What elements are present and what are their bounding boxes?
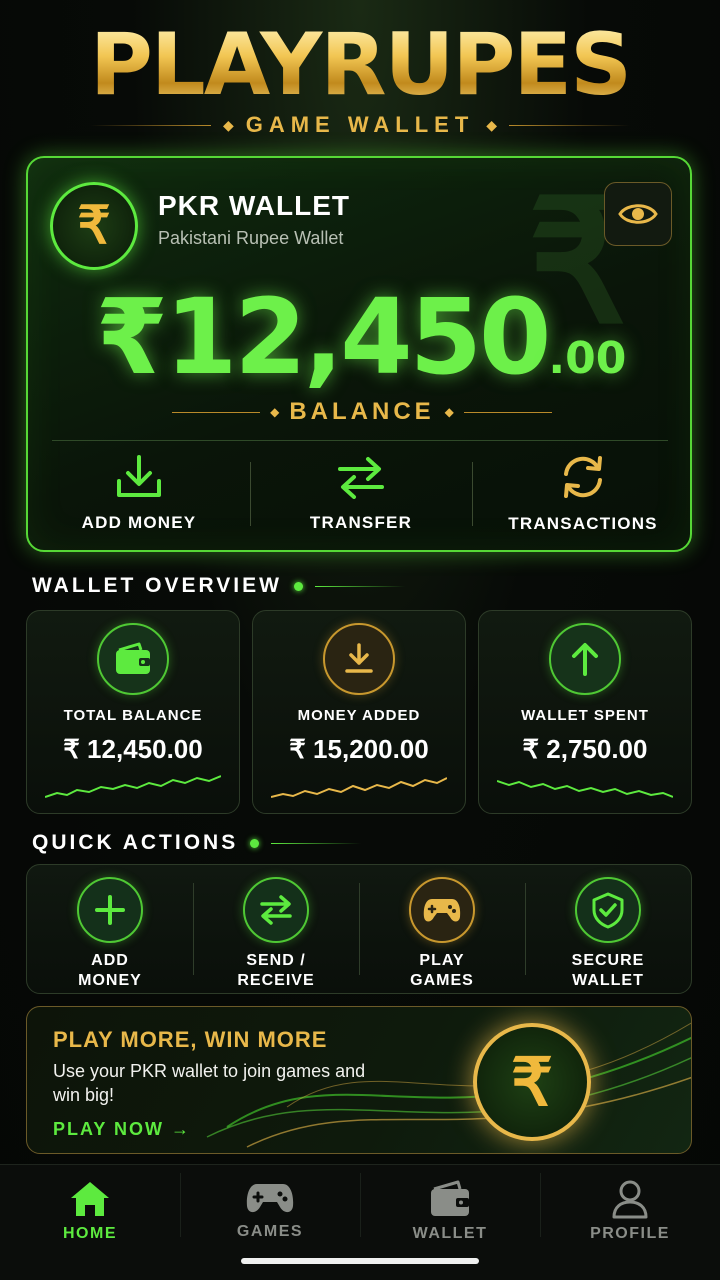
qa-label-line1: ADD [91, 952, 129, 969]
wallet-spent-label: WALLET SPENT [521, 707, 649, 724]
diamond-icon: ◆ [222, 116, 234, 133]
wallet-actions: ADD MONEY TRANSFER TRANSACTIONS [28, 454, 694, 534]
divider [52, 440, 668, 441]
plus-icon [77, 877, 143, 943]
money-added-card[interactable]: MONEY ADDED ₹ 15,200.00 [252, 610, 466, 814]
quick-send-receive-button[interactable]: SEND / RECEIVE [193, 865, 359, 993]
wallet-spent-sparkline [497, 780, 673, 798]
quick-send-receive-label: SEND / RECEIVE [237, 951, 314, 991]
nav-profile-label: PROFILE [590, 1225, 670, 1242]
promo-banner[interactable]: PLAY MORE, WIN MORE Use your PKR wallet … [26, 1006, 692, 1154]
balance-decimal: .00 [548, 333, 627, 384]
money-added-label: MONEY ADDED [297, 707, 421, 724]
nav-home[interactable]: HOME [0, 1165, 180, 1280]
wallet-subtitle: Pakistani Rupee Wallet [158, 228, 344, 248]
quick-actions-title: QUICK ACTIONS [32, 831, 239, 854]
diamond-icon: ◆ [486, 116, 498, 133]
qa-label-line1: SEND / [246, 952, 306, 969]
diamond-icon: ◆ [270, 405, 280, 419]
qa-label-line1: PLAY [419, 952, 465, 969]
home-icon [71, 1182, 109, 1216]
download-icon [323, 623, 395, 695]
app-brand-title: PLAYRUPES [0, 20, 720, 110]
qa-label-line2: RECEIVE [237, 972, 315, 989]
toggle-balance-visibility-button[interactable] [604, 182, 672, 246]
refresh-icon [564, 456, 602, 498]
transactions-label: TRANSACTIONS [508, 514, 658, 533]
quick-play-games-button[interactable]: PLAY GAMES [359, 865, 525, 993]
wallet-icon [97, 623, 169, 695]
wallet-title: PKR WALLET [158, 190, 350, 221]
nav-home-label: HOME [63, 1225, 117, 1242]
gamepad-icon [246, 1184, 294, 1213]
gamepad-icon [409, 877, 475, 943]
quick-add-money-label: ADD MONEY [78, 951, 142, 991]
qa-label-line2: WALLET [572, 972, 644, 989]
balance-label-text: BALANCE [289, 398, 435, 425]
add-money-label: ADD MONEY [81, 513, 197, 532]
promo-title: PLAY MORE, WIN MORE [53, 1027, 328, 1052]
qa-label-line2: MONEY [78, 972, 142, 989]
total-balance-value: ₹ 12,450.00 [63, 734, 203, 764]
app-subtitle-text: GAME WALLET [245, 112, 475, 137]
transfer-button[interactable]: TRANSFER [250, 454, 472, 534]
transfer-label: TRANSFER [309, 513, 413, 532]
quick-actions-heading: QUICK ACTIONS [32, 831, 362, 855]
rupee-coin-icon: ₹ [50, 182, 138, 270]
nav-profile[interactable]: PROFILE [540, 1165, 720, 1280]
balance-main: ₹12,450 [95, 276, 552, 398]
wallet-overview-cards: TOTAL BALANCE ₹ 12,450.00 MONEY ADDED ₹ … [26, 610, 692, 814]
app-subtitle: ◆ GAME WALLET ◆ [90, 110, 631, 140]
qa-label-line1: SECURE [571, 952, 645, 969]
rupee-coin-icon: ₹ [473, 1023, 591, 1141]
eye-icon [618, 204, 658, 224]
total-balance-label: TOTAL BALANCE [63, 707, 203, 724]
money-added-value: ₹ 15,200.00 [289, 734, 429, 764]
transfer-arrows-icon [338, 457, 384, 499]
profile-icon [612, 1180, 648, 1219]
play-now-link[interactable]: PLAY NOW → [53, 1119, 191, 1140]
total-balance-card[interactable]: TOTAL BALANCE ₹ 12,450.00 [26, 610, 240, 814]
total-balance-sparkline [45, 775, 221, 798]
promo-text: Use your PKR wallet to join games and wi… [53, 1061, 366, 1105]
wallet-balance: ₹12,450.00 [28, 276, 694, 398]
wallet-spent-value: ₹ 2,750.00 [522, 734, 648, 764]
add-money-button[interactable]: ADD MONEY [28, 454, 250, 534]
nav-games-label: GAMES [236, 1223, 304, 1240]
arrow-up-icon [549, 623, 621, 695]
balance-label: ◆ BALANCE ◆ [172, 396, 553, 428]
money-added-sparkline [271, 777, 447, 798]
diamond-icon: ◆ [444, 405, 454, 419]
wallet-spent-card[interactable]: WALLET SPENT ₹ 2,750.00 [478, 610, 692, 814]
shield-check-icon [575, 877, 641, 943]
quick-add-money-button[interactable]: ADD MONEY [27, 865, 193, 993]
transactions-button[interactable]: TRANSACTIONS [472, 454, 694, 534]
quick-secure-wallet-button[interactable]: SECURE WALLET [525, 865, 691, 993]
wallet-overview-title: WALLET OVERVIEW [32, 574, 282, 597]
wallet-overview-heading: WALLET OVERVIEW [32, 574, 405, 598]
quick-play-games-label: PLAY GAMES [410, 951, 474, 991]
wallet-icon [431, 1180, 469, 1216]
home-indicator[interactable] [241, 1258, 479, 1264]
quick-actions-panel: ADD MONEY SEND / RECEIVE PLAY GAMES SECU… [26, 864, 692, 994]
wallet-card: ₹ ₹ PKR WALLET Pakistani Rupee Wallet ₹1… [26, 156, 692, 552]
download-icon [117, 455, 161, 497]
quick-secure-wallet-label: SECURE WALLET [572, 951, 645, 991]
qa-label-line2: GAMES [410, 972, 474, 989]
transfer-arrows-icon [243, 877, 309, 943]
nav-wallet-label: WALLET [412, 1225, 488, 1242]
